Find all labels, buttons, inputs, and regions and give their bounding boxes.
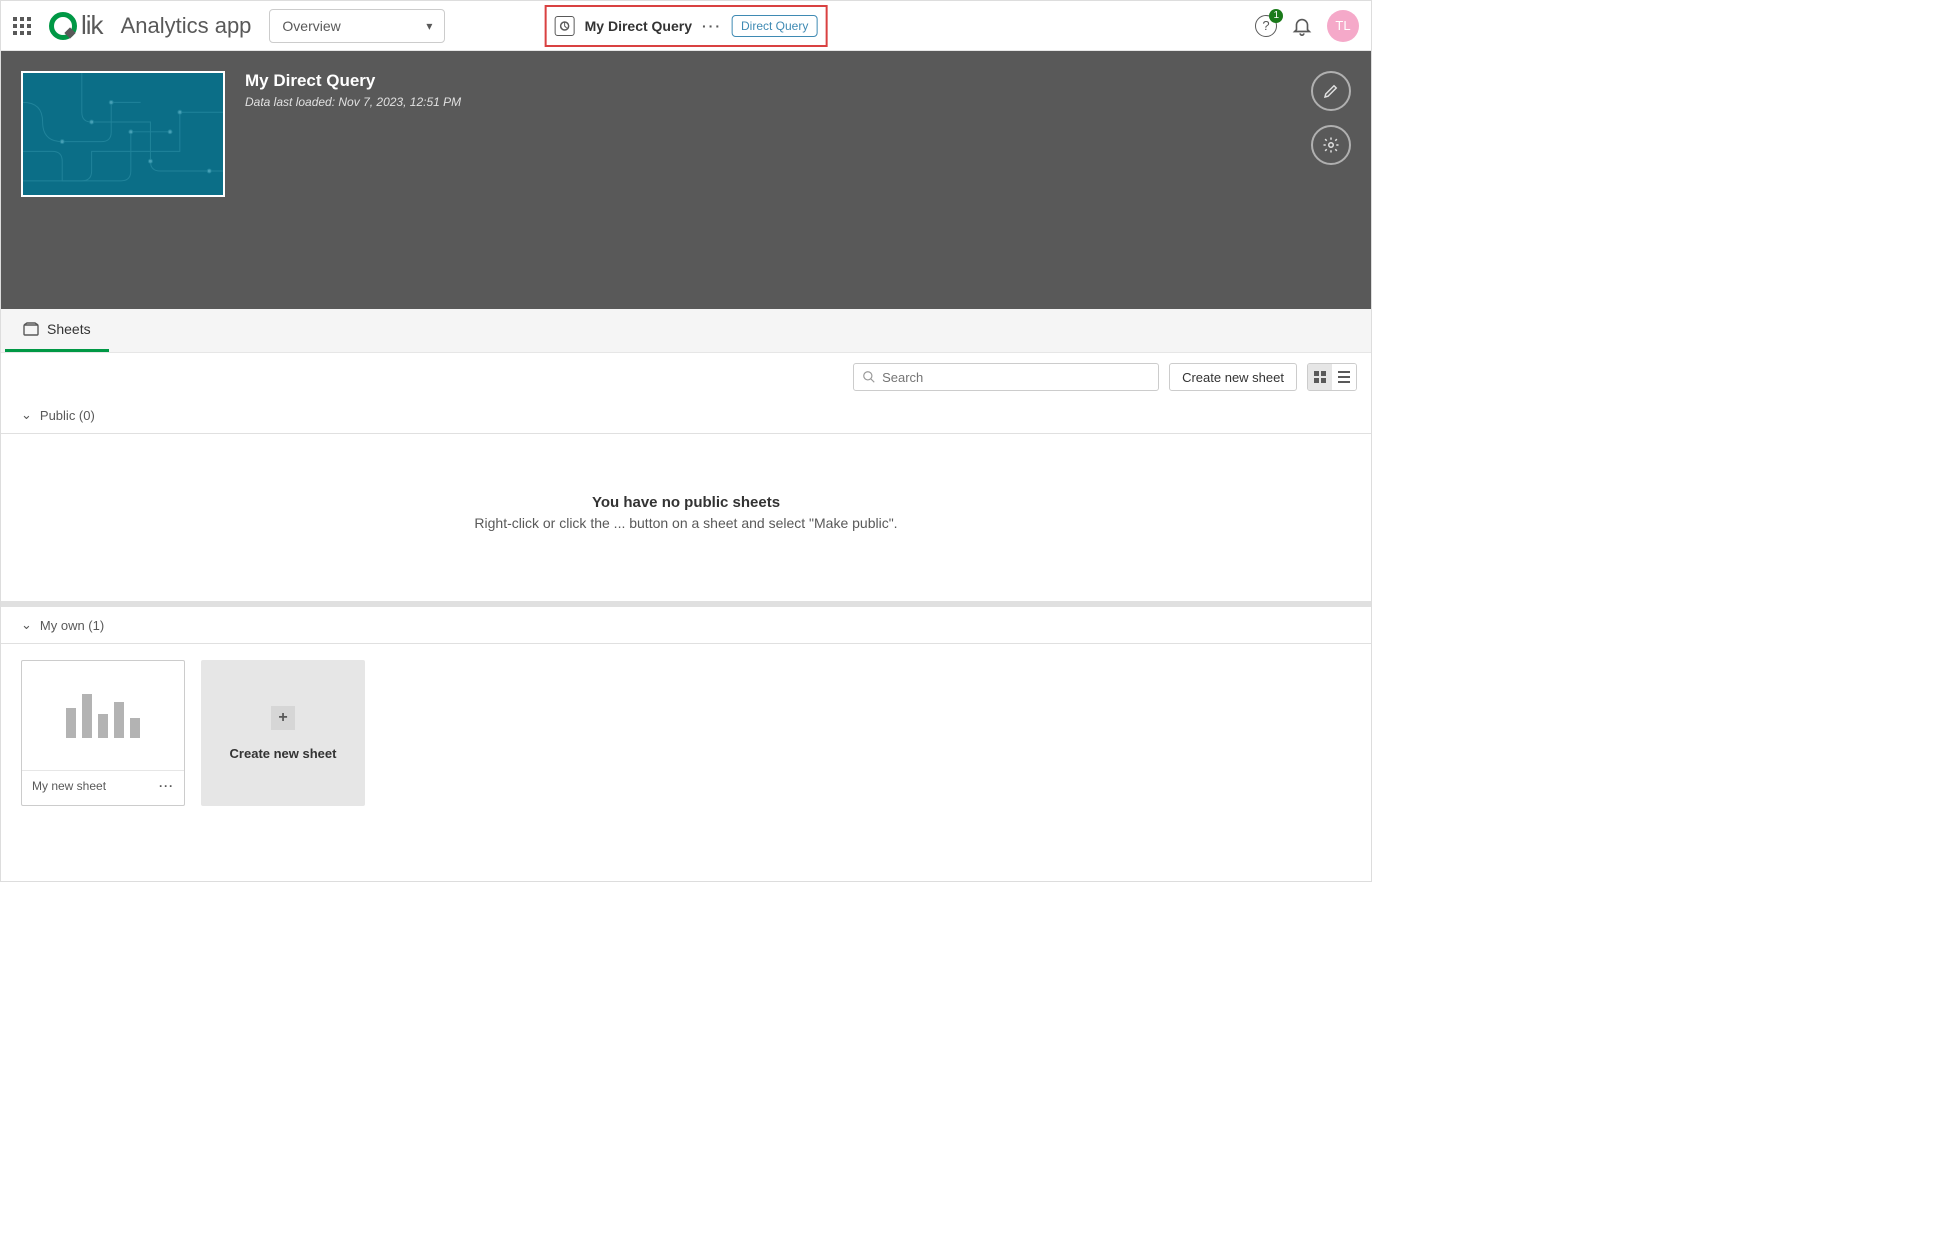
dropdown-value: Overview [282,18,340,34]
app-launcher-icon[interactable] [13,17,31,35]
edit-button[interactable] [1311,71,1351,111]
empty-title: You have no public sheets [1,494,1371,511]
sheet-more-icon[interactable]: ··· [159,779,174,793]
notifications-icon[interactable] [1291,15,1313,37]
section-myown-toggle[interactable]: ⌄ My own (1) [1,601,1371,644]
tab-sheets[interactable]: Sheets [5,309,109,352]
logo-q-icon [49,12,77,40]
app-icon [555,16,575,36]
section-public-toggle[interactable]: ⌄ Public (0) [1,397,1371,434]
plus-icon: + [271,706,295,730]
app-type-label: Analytics app [121,13,252,39]
search-input[interactable] [882,370,1150,385]
view-toggle [1307,363,1357,391]
section-public-label: Public (0) [40,408,95,423]
public-empty-state: You have no public sheets Right-click or… [1,434,1371,601]
search-input-wrap[interactable] [853,363,1159,391]
hero-subtitle: Data last loaded: Nov 7, 2023, 12:51 PM [245,95,461,109]
direct-query-badge: Direct Query [732,15,817,37]
create-sheet-button[interactable]: Create new sheet [1169,363,1297,391]
settings-button[interactable] [1311,125,1351,165]
create-sheet-card-label: Create new sheet [230,746,337,761]
tab-sheets-label: Sheets [47,321,91,337]
bar-chart-icon [66,694,140,738]
sheet-card[interactable]: My new sheet ··· [21,660,185,806]
grid-view-button[interactable] [1308,364,1332,390]
chevron-down-icon: ▾ [426,19,432,33]
search-icon [862,370,876,384]
app-hero: My Direct Query Data last loaded: Nov 7,… [1,51,1371,309]
user-avatar[interactable]: TL [1327,10,1359,42]
notification-count-badge: 1 [1269,9,1283,23]
sheet-icon [23,322,39,336]
app-thumbnail [21,71,225,197]
logo-text: lik [81,10,103,41]
app-more-icon[interactable]: ··· [702,18,722,34]
app-name-label: My Direct Query [585,18,692,34]
list-view-button[interactable] [1332,364,1356,390]
sheet-name-label: My new sheet [32,779,106,793]
hero-title: My Direct Query [245,71,461,91]
create-sheet-card[interactable]: + Create new sheet [201,660,365,806]
view-dropdown[interactable]: Overview ▾ [269,9,445,43]
chevron-down-icon: ⌄ [21,617,32,633]
section-myown-label: My own (1) [40,618,104,633]
chevron-down-icon: ⌄ [21,407,32,423]
tab-bar: Sheets [1,309,1371,353]
sheet-preview [22,661,184,771]
empty-body: Right-click or click the ... button on a… [1,515,1371,531]
app-title-group: My Direct Query ··· Direct Query [545,5,828,47]
qlik-logo[interactable]: lik [49,10,103,41]
